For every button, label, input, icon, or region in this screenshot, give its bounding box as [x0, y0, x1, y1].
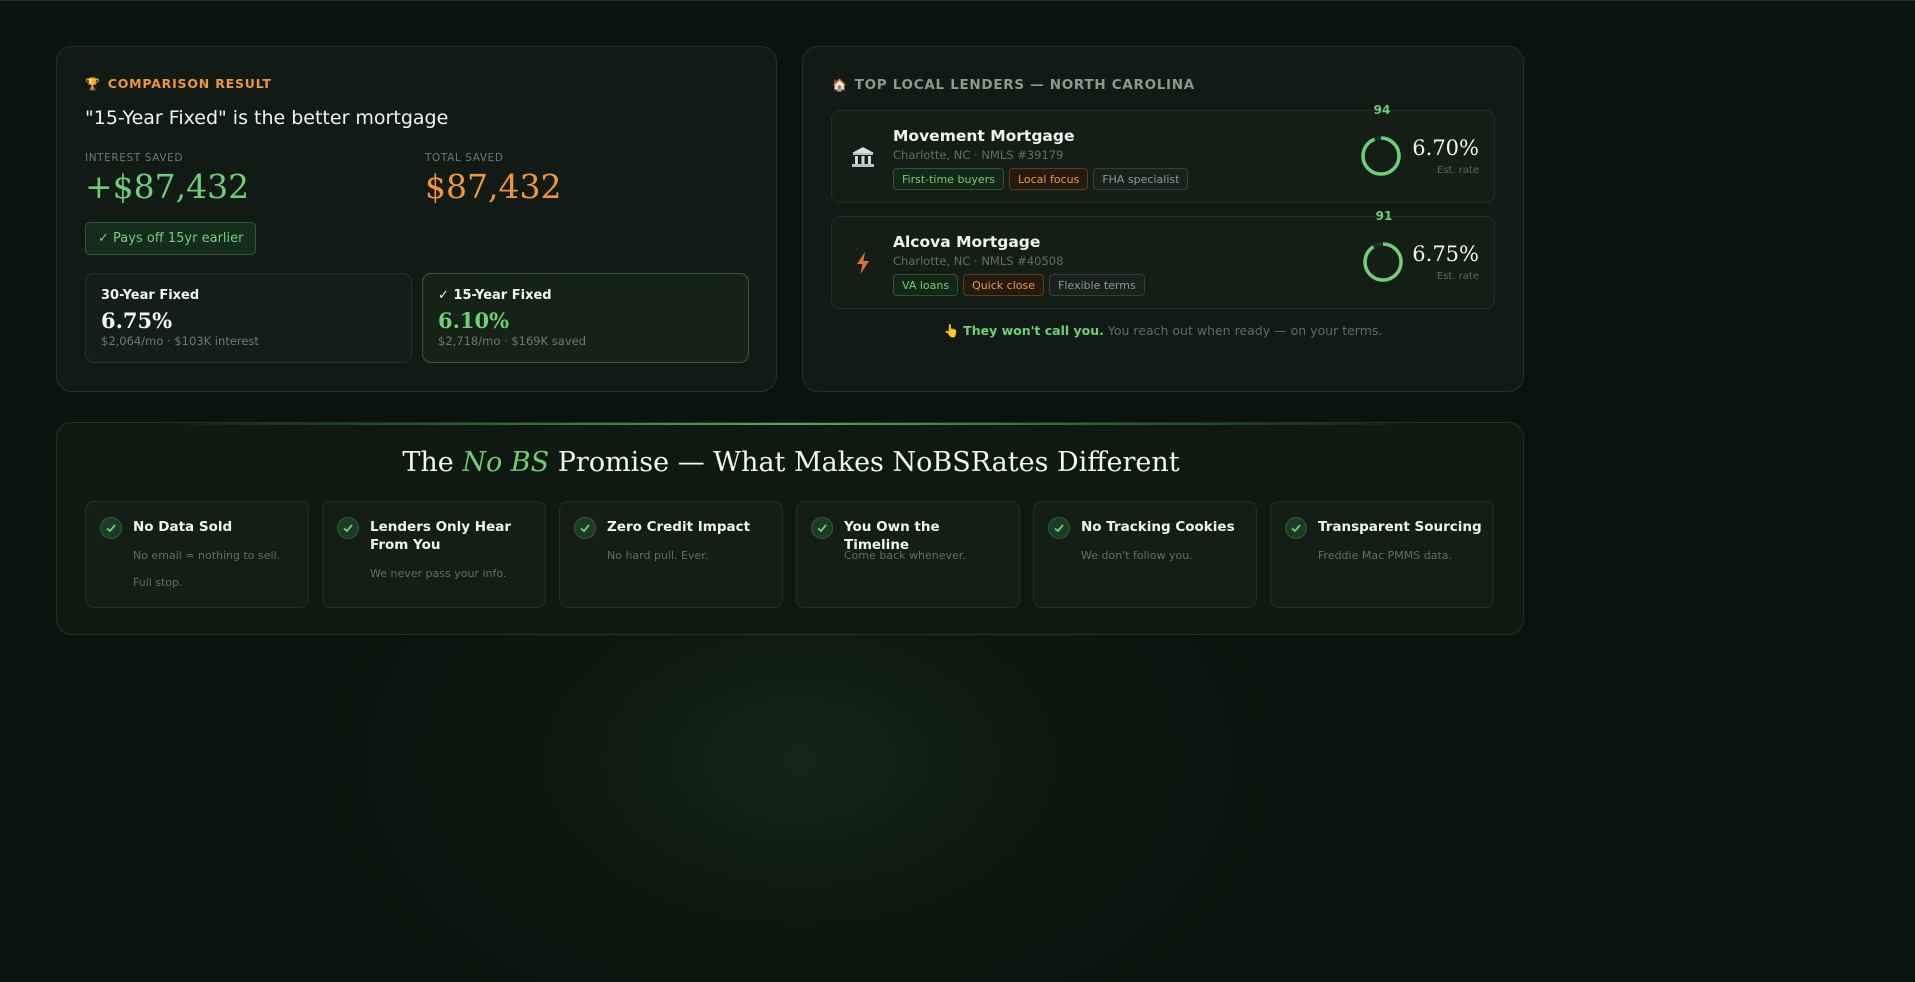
no-call-text: You reach out when ready — on your terms… [1103, 323, 1383, 338]
lender-tags: VA loans Quick close Flexible terms [893, 274, 1145, 296]
lender-name: Alcova Mortgage [893, 233, 1041, 251]
feature-desc: No email = nothing to sell. Full stop. [133, 549, 281, 589]
check-icon [337, 517, 359, 539]
pointing-hand-icon: 👆 [943, 323, 960, 338]
promise-title-emphasis: No BS [462, 447, 550, 478]
lender-tag: VA loans [893, 274, 959, 296]
feature-desc: No hard pull. Ever. [607, 549, 709, 562]
interest-saved-value: +$87,432 [85, 167, 250, 206]
lender-score: 94 [1373, 103, 1391, 117]
promise-section: The No BS Promise — What Makes NoBSRates… [56, 422, 1524, 635]
promise-title: The No BS Promise — What Makes NoBSRates… [57, 447, 1523, 478]
feature-title: Zero Credit Impact [607, 519, 751, 535]
lender-location: Charlotte, NC · NMLS #39179 [893, 148, 1064, 162]
payoff-badge: ✓ Pays off 15yr earlier [85, 222, 257, 255]
feature-desc: We never pass your info. [370, 567, 507, 580]
trophy-icon: 🏆 [85, 76, 101, 91]
feature-title: Lenders Only Hear From You [370, 519, 512, 553]
lenders-card: 🏠 TOP LOCAL LENDERS — NORTH CAROLINA Mov… [802, 46, 1524, 392]
option-name: 30-Year Fixed [101, 288, 200, 303]
score-ring [1361, 136, 1401, 176]
lender-rate-label: Est. rate [1436, 271, 1479, 282]
lender-tags: First-time buyers Local focus FHA specia… [893, 168, 1189, 190]
feature-card: Lenders Only Hear From You We never pass… [322, 501, 546, 608]
lender-card-alcova[interactable]: Alcova Mortgage Charlotte, NC · NMLS #40… [831, 209, 1495, 309]
feature-title: Transparent Sourcing [1318, 519, 1482, 535]
feature-card: You Own the Timeline Come back whenever. [796, 501, 1020, 608]
no-call-note: 👆 They won't call you. You reach out whe… [803, 323, 1523, 339]
house-icon: 🏠 [832, 78, 848, 92]
option-detail: $2,064/mo · $103K interest [101, 334, 259, 348]
promise-title-pre: The [402, 447, 463, 478]
feature-title: No Data Sold [133, 519, 233, 535]
score-ring [1363, 242, 1403, 282]
lender-score: 91 [1375, 209, 1393, 223]
lender-name: Movement Mortgage [893, 127, 1075, 145]
feature-desc: Come back whenever. [844, 549, 966, 562]
check-icon [100, 517, 122, 539]
feature-card: No Tracking Cookies We don't follow you. [1033, 501, 1257, 608]
lender-tag: Flexible terms [1049, 274, 1145, 296]
lenders-header: 🏠 TOP LOCAL LENDERS — NORTH CAROLINA [832, 77, 1195, 93]
comparison-title: "15-Year Fixed" is the better mortgage [85, 107, 449, 129]
option-detail: $2,718/mo · $169K saved [438, 334, 587, 348]
lender-location: Charlotte, NC · NMLS #40508 [893, 254, 1064, 268]
feature-desc: Freddie Mac PMMS data. [1318, 549, 1453, 562]
option-card-15-year[interactable]: ✓ 15-Year Fixed 6.10% $2,718/mo · $169K … [422, 273, 749, 363]
interest-saved-label: INTEREST SAVED [85, 152, 184, 164]
feature-desc: We don't follow you. [1081, 549, 1193, 562]
option-name: ✓ 15-Year Fixed [438, 288, 552, 303]
lender-rate: 6.75% [1412, 242, 1479, 266]
option-rate: 6.10% [438, 308, 510, 333]
check-icon [811, 517, 833, 539]
lender-tag: First-time buyers [893, 168, 1004, 190]
feature-card: No Data Sold No email = nothing to sell.… [85, 501, 309, 608]
feature-title: No Tracking Cookies [1081, 519, 1235, 535]
comparison-header: 🏆 COMPARISON RESULT [85, 76, 272, 91]
lightning-icon [850, 250, 876, 276]
lender-rate-label: Est. rate [1436, 165, 1479, 176]
total-saved-value: $87,432 [425, 167, 562, 206]
lender-rate: 6.70% [1412, 136, 1479, 160]
lender-tag: FHA specialist [1093, 168, 1189, 190]
bank-icon [850, 144, 876, 170]
check-icon [1048, 517, 1070, 539]
option-card-30-year[interactable]: 30-Year Fixed 6.75% $2,064/mo · $103K in… [85, 273, 412, 363]
option-rate: 6.75% [101, 308, 173, 333]
lender-tag: Local focus [1008, 168, 1089, 190]
promise-title-post: Promise — What Makes NoBSRates Different [549, 447, 1180, 478]
check-icon [1285, 517, 1307, 539]
lenders-header-label: TOP LOCAL LENDERS — NORTH CAROLINA [854, 77, 1195, 93]
lender-tag: Quick close [963, 274, 1045, 296]
check-icon [574, 517, 596, 539]
total-saved-label: TOTAL SAVED [425, 152, 504, 164]
feature-card: Transparent Sourcing Freddie Mac PMMS da… [1270, 501, 1494, 608]
comparison-card: 🏆 COMPARISON RESULT "15-Year Fixed" is t… [56, 46, 777, 392]
lender-card-movement[interactable]: Movement Mortgage Charlotte, NC · NMLS #… [831, 103, 1495, 203]
comparison-header-label: COMPARISON RESULT [107, 76, 272, 91]
no-call-bold: They won't call you. [963, 323, 1104, 338]
feature-card: Zero Credit Impact No hard pull. Ever. [559, 501, 783, 608]
